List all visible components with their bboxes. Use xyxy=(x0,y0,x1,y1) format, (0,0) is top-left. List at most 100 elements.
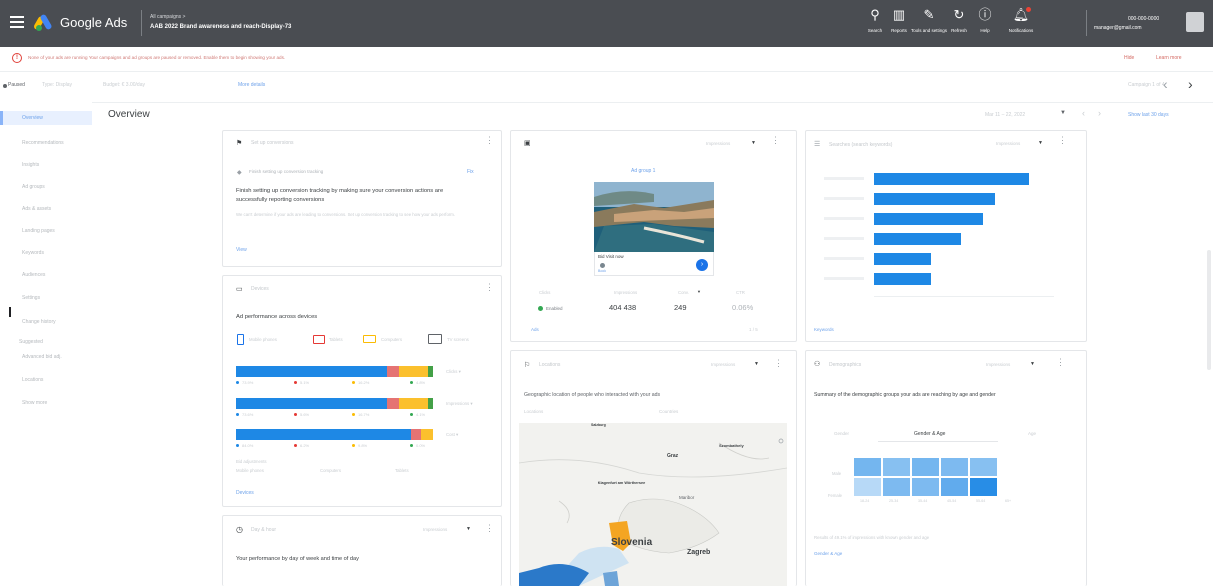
map-label: Graz xyxy=(667,453,679,459)
device-row-metric[interactable]: Impressions ▾ xyxy=(446,401,473,407)
device-share-value: 16.7% xyxy=(358,412,370,417)
sidebar-item-settings[interactable]: Settings xyxy=(22,295,40,301)
sidebar-item-overview[interactable]: Overview xyxy=(0,111,92,125)
page-scrollbar[interactable] xyxy=(1207,250,1211,370)
account-email[interactable]: manager@gmail.com xyxy=(1094,25,1142,31)
heatmap-cell[interactable] xyxy=(970,478,997,496)
tab-gender[interactable]: Gender xyxy=(834,431,849,436)
more-options-icon[interactable]: ⋮ xyxy=(771,135,780,146)
budget-text: Budget: € 3.00/day xyxy=(103,82,145,88)
keyword-bar[interactable] xyxy=(874,213,983,225)
date-next-icon[interactable]: › xyxy=(1098,108,1101,118)
ad-cta-icon[interactable]: › xyxy=(696,259,708,271)
show-last-30-days-button[interactable]: Show last 30 days xyxy=(1128,112,1169,118)
sidebar-item-show-more[interactable]: Show more xyxy=(22,400,47,406)
location-map[interactable]: Salzburg Graz Szombathely Klagenfurt am … xyxy=(519,423,787,586)
heatmap-cell[interactable] xyxy=(912,458,939,476)
more-options-icon[interactable]: ⋮ xyxy=(485,135,494,146)
metric-selector[interactable]: Impressions xyxy=(711,362,735,367)
metric-selector[interactable]: Impressions xyxy=(423,527,447,532)
device-row-metric[interactable]: Cost ▾ xyxy=(446,432,458,438)
keyword-bar[interactable] xyxy=(874,253,931,265)
tab-age[interactable]: Age xyxy=(1028,431,1036,436)
notifications-label: Notifications xyxy=(1008,28,1034,33)
sidebar-item-audiences[interactable]: Audiences xyxy=(22,272,45,278)
sidebar-item-ad-groups[interactable]: Ad groups xyxy=(22,184,45,190)
fix-button[interactable]: Fix xyxy=(467,169,474,175)
dropdown-icon[interactable]: ▼ xyxy=(751,140,756,146)
keyword-bar[interactable] xyxy=(874,193,995,205)
heatmap-cell[interactable] xyxy=(883,458,910,476)
gender-age-link[interactable]: Gender & Age xyxy=(814,551,842,556)
metric-selector[interactable]: Impressions xyxy=(706,141,730,146)
campaign-title[interactable]: AAB 2022 Brand awareness and reach-Displ… xyxy=(150,24,291,30)
heatmap-cell[interactable] xyxy=(854,478,881,496)
heatmap-cell[interactable] xyxy=(912,478,939,496)
date-dropdown-icon[interactable]: ▼ xyxy=(1060,110,1066,116)
heatmap-cell[interactable] xyxy=(970,458,997,476)
tab-countries[interactable]: Countries xyxy=(659,409,678,414)
metric-selector[interactable]: Impressions xyxy=(996,141,1020,146)
ads-pager[interactable]: 1 / 5 xyxy=(749,327,758,332)
devices-link[interactable]: Devices xyxy=(236,490,254,496)
dropdown-icon[interactable]: ▼ xyxy=(1038,140,1043,146)
sidebar-item-landing-pages[interactable]: Landing pages xyxy=(22,228,55,234)
sidebar-item-insights[interactable]: Insights xyxy=(22,162,39,168)
sidebar-item-advanced-bid[interactable]: Advanced bid adj. xyxy=(22,354,62,360)
heatmap-cell[interactable] xyxy=(883,478,910,496)
heatmap-cell[interactable] xyxy=(854,458,881,476)
ads-link[interactable]: Ads xyxy=(531,327,539,332)
heatmap-cell[interactable] xyxy=(941,458,968,476)
help-icon[interactable]: ⓘ xyxy=(974,8,996,22)
searches-card: ☰ Searches (search keywords) Impressions… xyxy=(805,130,1087,342)
legend-dot xyxy=(236,381,239,384)
menu-icon[interactable] xyxy=(10,16,24,28)
keywords-link[interactable]: Keywords xyxy=(814,327,834,332)
keyword-bar[interactable] xyxy=(874,233,961,245)
ad-preview-image[interactable] xyxy=(594,182,714,252)
sidebar-item-keywords[interactable]: Keywords xyxy=(22,250,44,256)
date-prev-icon[interactable]: ‹ xyxy=(1082,108,1085,118)
more-options-icon[interactable]: ⋮ xyxy=(485,282,494,293)
sidebar-item-recommendations[interactable]: Recommendations xyxy=(22,140,64,146)
sidebar-item-locations[interactable]: Locations xyxy=(22,377,43,383)
conversion-heading: Finish setting up conversion tracking by… xyxy=(236,188,444,203)
sidebar-item-ads-assets[interactable]: Ads & assets xyxy=(22,206,51,212)
account-id[interactable]: 000-000-0000 xyxy=(1128,16,1159,22)
keyword-bar[interactable] xyxy=(874,273,931,285)
device-bar-segment xyxy=(236,429,411,440)
more-options-icon[interactable]: ⋮ xyxy=(1056,357,1065,368)
tools-icon[interactable]: ✎ xyxy=(918,8,940,22)
learn-more-link[interactable]: Learn more xyxy=(1156,55,1182,61)
tab-gender-age[interactable]: Gender & Age xyxy=(914,431,945,437)
view-link[interactable]: View xyxy=(236,247,247,253)
dropdown-icon[interactable]: ▼ xyxy=(754,361,759,367)
dropdown-icon[interactable]: ▼ xyxy=(697,289,701,294)
brand-name[interactable]: Google Ads xyxy=(60,15,127,30)
ad-group-link[interactable]: Ad group 1 xyxy=(631,168,655,174)
more-options-icon[interactable]: ⋮ xyxy=(1058,135,1067,146)
metric-selector[interactable]: Impressions xyxy=(986,362,1010,367)
prev-campaign-icon[interactable]: ‹ xyxy=(1163,76,1168,92)
dropdown-icon[interactable]: ▼ xyxy=(1030,361,1035,367)
search-icon[interactable]: ⚲ xyxy=(864,8,886,22)
status-text[interactable]: Paused xyxy=(8,82,25,88)
breadcrumb[interactable]: All campaigns > xyxy=(150,14,185,20)
info-icon: ◆ xyxy=(237,170,242,176)
heatmap-cell[interactable] xyxy=(941,478,968,496)
next-campaign-icon[interactable]: › xyxy=(1188,76,1193,92)
more-details-link[interactable]: More details xyxy=(238,82,265,88)
keyword-label-placeholder xyxy=(824,217,864,220)
more-options-icon[interactable]: ⋮ xyxy=(774,358,783,369)
avatar[interactable] xyxy=(1186,12,1204,32)
refresh-icon[interactable]: ↻ xyxy=(948,8,970,22)
dropdown-icon[interactable]: ▼ xyxy=(466,526,471,532)
hide-button[interactable]: Hide xyxy=(1124,55,1134,61)
device-row-metric[interactable]: Clicks ▾ xyxy=(446,369,461,375)
reports-icon[interactable]: ▥ xyxy=(888,8,910,22)
more-options-icon[interactable]: ⋮ xyxy=(485,523,494,534)
sidebar-item-change-history[interactable]: Change history xyxy=(22,319,56,325)
date-range-label[interactable]: Mar 11 – 22, 2022 xyxy=(985,112,1025,118)
keyword-bar[interactable] xyxy=(874,173,1029,185)
tab-locations[interactable]: Locations xyxy=(524,409,543,414)
